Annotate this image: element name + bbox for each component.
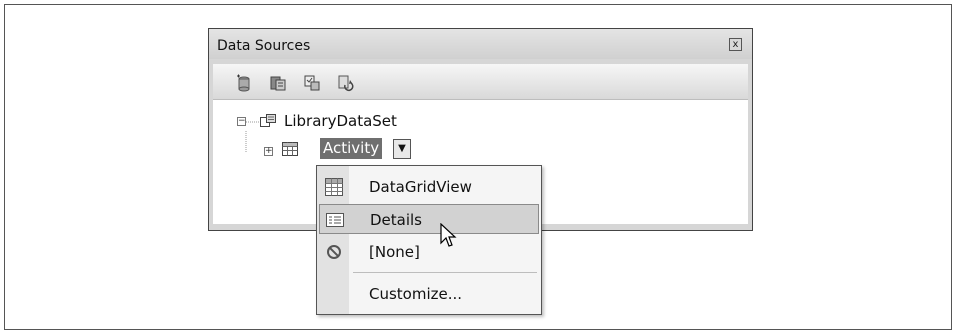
table-icon (282, 142, 298, 156)
panel-titlebar: Data Sources x (209, 29, 752, 59)
dataset-icon (260, 114, 276, 127)
expand-icon[interactable]: + (264, 147, 273, 156)
menu-item-datagridview[interactable]: DataGridView (319, 172, 539, 202)
menu-item-label: Customize... (369, 285, 463, 303)
refresh-icon[interactable] (337, 74, 355, 92)
chevron-down-icon[interactable]: ▼ (393, 139, 411, 159)
none-icon (327, 245, 341, 259)
menu-item-customize[interactable]: Customize... (319, 279, 539, 309)
tree-node-activity[interactable]: + Activity ▼ (213, 137, 513, 159)
datagridview-icon (325, 178, 343, 196)
mouse-cursor-icon (440, 223, 457, 247)
control-type-dropdown-menu: DataGridView Details [None] Customize... (316, 165, 542, 315)
configure-dataset-icon[interactable] (303, 74, 321, 92)
tree-connector (246, 121, 260, 123)
menu-item-details[interactable]: Details (319, 204, 539, 234)
menu-item-label: DataGridView (369, 178, 472, 196)
menu-item-none[interactable]: [None] (319, 237, 539, 267)
details-icon (326, 213, 344, 227)
panel-toolbar (213, 64, 748, 100)
edit-dataset-icon[interactable] (269, 74, 287, 92)
menu-item-label: Details (370, 211, 423, 229)
tree-node-librarydataset[interactable]: − LibraryDataSet (213, 110, 513, 132)
close-icon[interactable]: x (729, 38, 742, 51)
menu-item-label: [None] (369, 243, 420, 261)
panel-title: Data Sources (217, 38, 311, 54)
menu-separator (353, 272, 537, 273)
tree-node-label: LibraryDataSet (284, 112, 397, 130)
collapse-icon[interactable]: − (237, 117, 246, 126)
activity-node-label[interactable]: Activity (320, 138, 383, 159)
add-new-data-source-icon[interactable] (235, 74, 253, 92)
